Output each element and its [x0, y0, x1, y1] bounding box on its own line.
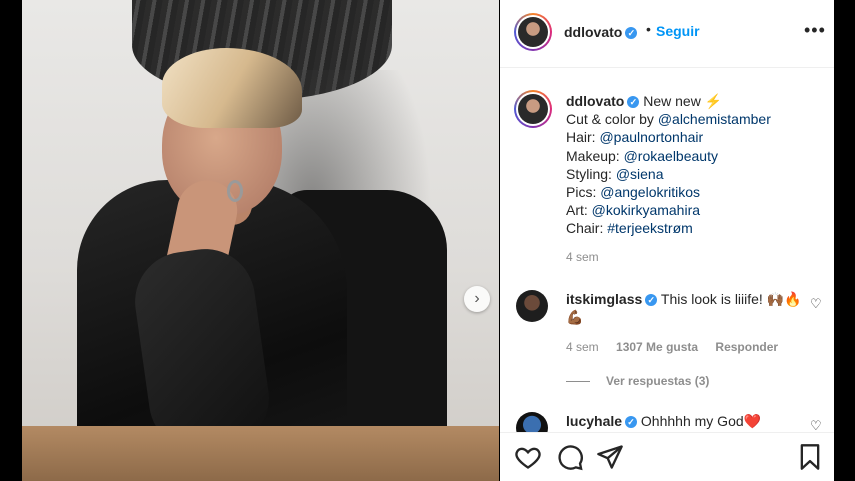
author-username-link[interactable]: ddlovato ✓ — [564, 24, 638, 40]
post-photo[interactable] — [22, 0, 499, 481]
caption-avatar[interactable] — [514, 90, 552, 128]
mention-link[interactable]: @siena — [616, 166, 664, 182]
comment-icon[interactable] — [556, 443, 584, 471]
mention-link[interactable]: @kokirkyamahira — [592, 202, 700, 218]
caption-line: Makeup: @rokaelbeauty — [566, 147, 718, 164]
screen-border-right — [834, 0, 855, 481]
author-avatar[interactable] — [514, 13, 552, 51]
heart-icon[interactable] — [514, 443, 542, 471]
verified-badge-icon: ✓ — [627, 96, 640, 109]
mention-link[interactable]: @alchemistamber — [658, 111, 771, 127]
caption-line: Chair: #terjeekstrøm — [566, 220, 693, 237]
commenter-avatar[interactable] — [516, 290, 548, 322]
mention-link[interactable]: @rokaelbeauty — [624, 148, 718, 164]
chevron-right-icon: › — [474, 290, 480, 307]
verified-badge-icon: ✓ — [625, 27, 638, 40]
verified-badge-icon: ✓ — [625, 416, 638, 429]
commenter-username-link[interactable]: itskimglass ✓ — [566, 291, 658, 307]
comment-timestamp[interactable]: 4 sem — [566, 340, 599, 354]
caption-line: Cut & color by @alchemistamber — [566, 111, 771, 128]
photo-floor-decoration — [22, 426, 499, 481]
caption-line: ddlovato ✓ New new ⚡ — [566, 93, 723, 109]
comment-text: itskimglass ✓ This look is liiife! 🙌🏾🔥💪🏾 — [566, 291, 802, 325]
caption-text: ddlovato ✓ New new ⚡ Cut & color by @alch… — [566, 92, 826, 238]
caption-username-link[interactable]: ddlovato ✓ — [566, 93, 640, 109]
reply-button[interactable]: Responder — [715, 340, 778, 354]
post-action-bar — [500, 432, 834, 481]
share-icon[interactable] — [596, 443, 624, 471]
more-options-icon[interactable]: ••• — [804, 20, 826, 41]
hashtag-link[interactable]: #terjeekstrøm — [607, 220, 693, 236]
header-separator: • — [646, 21, 651, 37]
photo-earring-decoration — [227, 180, 243, 202]
caption-line: Art: @kokirkyamahira — [566, 202, 701, 219]
bookmark-icon[interactable] — [796, 443, 824, 471]
comment-likes-count[interactable]: 1307 Me gusta — [616, 340, 698, 354]
mention-link[interactable]: @angelokritikos — [600, 184, 700, 200]
view-replies-button[interactable]: Ver respuestas (3) — [566, 374, 709, 388]
post-header: ddlovato ✓ • Seguir ••• — [500, 0, 834, 68]
post-side-panel: ddlovato ✓ • Seguir ••• ddlovato ✓ New new… — [500, 0, 834, 481]
caption-line: Styling: @siena — [566, 165, 664, 182]
comment-meta: 4 sem 1307 Me gusta Responder — [566, 340, 792, 354]
screen-frame: › ddlovato ✓ • Seguir ••• ddlovato ✓ New n… — [0, 0, 855, 481]
caption-line: Pics: @angelokritikos — [566, 184, 701, 201]
caption-timestamp[interactable]: 4 sem — [566, 250, 599, 264]
caption-line: Hair: @paulnortonhair — [566, 129, 704, 146]
comment-text: lucyhale ✓ Ohhhhh my God❤️ — [566, 413, 762, 429]
next-photo-button[interactable]: › — [464, 286, 490, 312]
verified-badge-icon: ✓ — [645, 294, 658, 307]
commenter-username-link[interactable]: lucyhale ✓ — [566, 413, 638, 429]
follow-button[interactable]: Seguir — [656, 23, 700, 39]
comment-like-heart-icon[interactable]: ♡ — [810, 296, 822, 312]
mention-link[interactable]: @paulnortonhair — [599, 129, 703, 145]
replies-divider — [566, 381, 590, 383]
